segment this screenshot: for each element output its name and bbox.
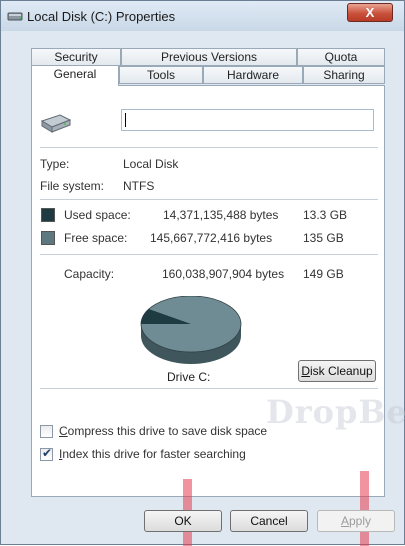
divider [40, 388, 378, 389]
button-label: isk Cleanup [309, 364, 373, 378]
used-space-swatch [41, 208, 55, 222]
volume-name-input[interactable] [121, 109, 374, 131]
properties-window: Local Disk (C:) Properties X Security Pr… [0, 0, 405, 546]
divider [40, 254, 378, 255]
tab-sharing[interactable]: Sharing [303, 66, 385, 84]
button-label: Cancel [250, 514, 288, 528]
tab-label: General [53, 67, 97, 81]
drive-icon [7, 12, 23, 21]
apply-button[interactable]: Apply [317, 510, 395, 532]
tab-security[interactable]: Security [31, 48, 121, 66]
decorative-bar [360, 471, 369, 546]
tab-label: Hardware [226, 68, 280, 82]
tab-previous-versions[interactable]: Previous Versions [121, 48, 297, 66]
divider [40, 147, 378, 148]
used-space-bytes: 14,371,135,488 bytes [163, 208, 279, 222]
file-system-label: File system: [40, 179, 105, 193]
type-value: Local Disk [123, 157, 179, 171]
file-system-value: NTFS [123, 179, 155, 193]
tab-tools[interactable]: Tools [119, 66, 203, 84]
title-bar[interactable]: Local Disk (C:) Properties X [1, 1, 404, 31]
tab-quota[interactable]: Quota [297, 48, 385, 66]
watermark-text: DropBe [266, 393, 405, 431]
tab-label: Previous Versions [160, 50, 258, 64]
drive-label: Drive C: [167, 370, 211, 384]
free-space-label: Free space: [64, 231, 128, 245]
divider [40, 199, 378, 200]
tab-label: Security [54, 50, 98, 64]
free-space-size: 135 GB [303, 231, 344, 245]
type-label: Type: [40, 157, 70, 171]
mnemonic: C [59, 424, 68, 438]
close-icon: X [365, 5, 375, 20]
tab-hardware[interactable]: Hardware [203, 66, 303, 84]
tab-label: Tools [146, 68, 175, 82]
button-label: pply [349, 514, 372, 528]
watermark: DropBe [266, 393, 405, 431]
index-label[interactable]: Index this drive for faster searching [59, 447, 246, 461]
tab-label: Quota [324, 50, 358, 64]
button-label: OK [174, 514, 192, 528]
checkbox-text: ndex this drive for faster searching [62, 447, 246, 461]
text-caret [125, 113, 126, 127]
checkmark-icon: ✔ [42, 446, 53, 460]
free-space-swatch [41, 231, 55, 245]
ok-button[interactable]: OK [144, 510, 222, 532]
capacity-size: 149 GB [303, 267, 344, 281]
used-space-label: Used space: [64, 208, 131, 222]
compress-checkbox[interactable] [40, 425, 53, 438]
capacity-label: Capacity: [64, 267, 115, 281]
tab-label: Sharing [323, 68, 365, 82]
disk-cleanup-button[interactable]: Disk Cleanup [298, 360, 376, 382]
window-title: Local Disk (C:) Properties [27, 9, 176, 24]
compress-label[interactable]: Compress this drive to save disk space [59, 424, 267, 438]
cancel-button[interactable]: Cancel [230, 510, 308, 532]
mnemonic: D [301, 364, 310, 378]
free-space-bytes: 145,667,772,416 bytes [150, 231, 273, 245]
general-panel: Type: Local Disk File system: NTFS Used … [31, 85, 385, 497]
mnemonic: A [340, 514, 349, 528]
close-button[interactable]: X [347, 3, 393, 22]
checkbox-text: ompress this drive to save disk space [67, 424, 268, 438]
disk-usage-pie [140, 296, 242, 364]
tab-general[interactable]: General [31, 65, 119, 86]
index-checkbox[interactable]: ✔ [40, 446, 53, 461]
capacity-bytes: 160,038,907,904 bytes [162, 267, 285, 281]
used-space-size: 13.3 GB [303, 208, 348, 222]
hard-drive-icon [40, 114, 72, 133]
